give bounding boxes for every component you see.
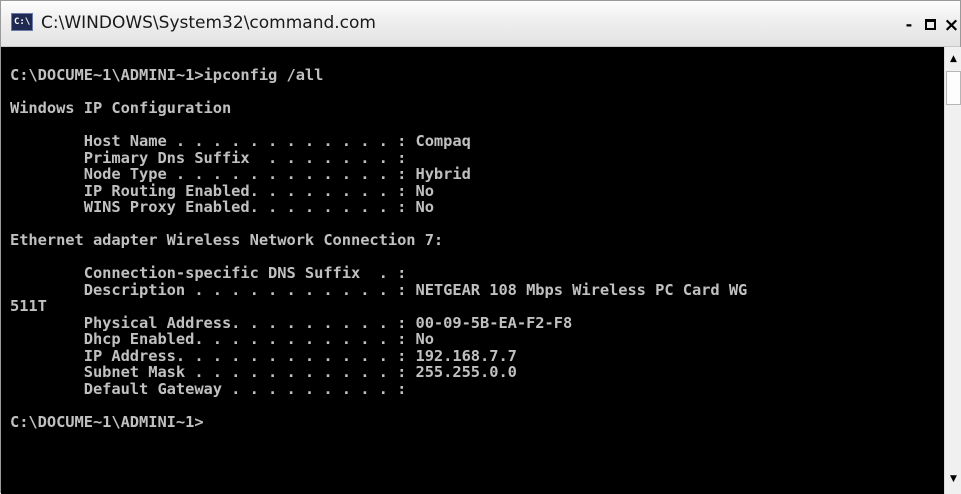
console-output[interactable]: C:\DOCUME~1\ADMINI~1>ipconfig /all Window… — [1, 47, 944, 494]
console-line: C:\DOCUME~1\ADMINI~1> — [10, 412, 204, 431]
console-line: IP Routing Enabled. . . . . . . . : No — [10, 181, 434, 200]
console-line: Windows IP Configuration — [10, 99, 232, 117]
console-line: 511T — [10, 297, 47, 315]
vertical-scrollbar[interactable]: ▲ ▼ — [944, 47, 961, 494]
minimize-button[interactable]: - — [899, 14, 919, 36]
console-line: Description . . . . . . . . . . . : NETG… — [10, 280, 748, 299]
console-text: C:\DOCUME~1\ADMINI~1>ipconfig /all Window… — [10, 67, 747, 430]
console-line: C:\DOCUME~1\ADMINI~1>ipconfig /all — [10, 66, 324, 84]
window-title: C:\WINDOWS\System32\command.com — [41, 13, 376, 33]
console-window: C:\ C:\WINDOWS\System32\command.com - × … — [0, 0, 961, 494]
console-line: IP Address. . . . . . . . . . . . : 192.… — [10, 346, 517, 365]
console-line: Dhcp Enabled. . . . . . . . . . . : No — [10, 330, 434, 348]
scroll-up-icon[interactable]: ▲ — [945, 51, 961, 68]
scroll-down-icon[interactable]: ▼ — [945, 471, 961, 488]
console-line: Default Gateway . . . . . . . . . : — [10, 379, 407, 398]
console-line: Physical Address. . . . . . . . . : 00-0… — [10, 313, 573, 332]
maximize-icon — [924, 18, 936, 30]
title-bar[interactable]: C:\ C:\WINDOWS\System32\command.com - × — [1, 1, 960, 47]
close-button[interactable]: × — [941, 14, 961, 36]
console-line: Host Name . . . . . . . . . . . . : Comp… — [10, 132, 471, 150]
console-app-icon[interactable]: C:\ — [11, 13, 33, 31]
scroll-thumb[interactable] — [946, 71, 961, 105]
console-line: Connection-specific DNS Suffix . : — [10, 264, 407, 282]
console-line: Ethernet adapter Wireless Network Connec… — [10, 231, 444, 249]
console-line: Node Type . . . . . . . . . . . . : Hybr… — [10, 165, 471, 183]
console-line: Subnet Mask . . . . . . . . . . . : 255.… — [10, 363, 517, 381]
console-line: Primary Dns Suffix . . . . . . . : — [10, 148, 407, 167]
maximize-button[interactable] — [921, 14, 939, 36]
console-line: WINS Proxy Enabled. . . . . . . . : No — [10, 198, 434, 216]
